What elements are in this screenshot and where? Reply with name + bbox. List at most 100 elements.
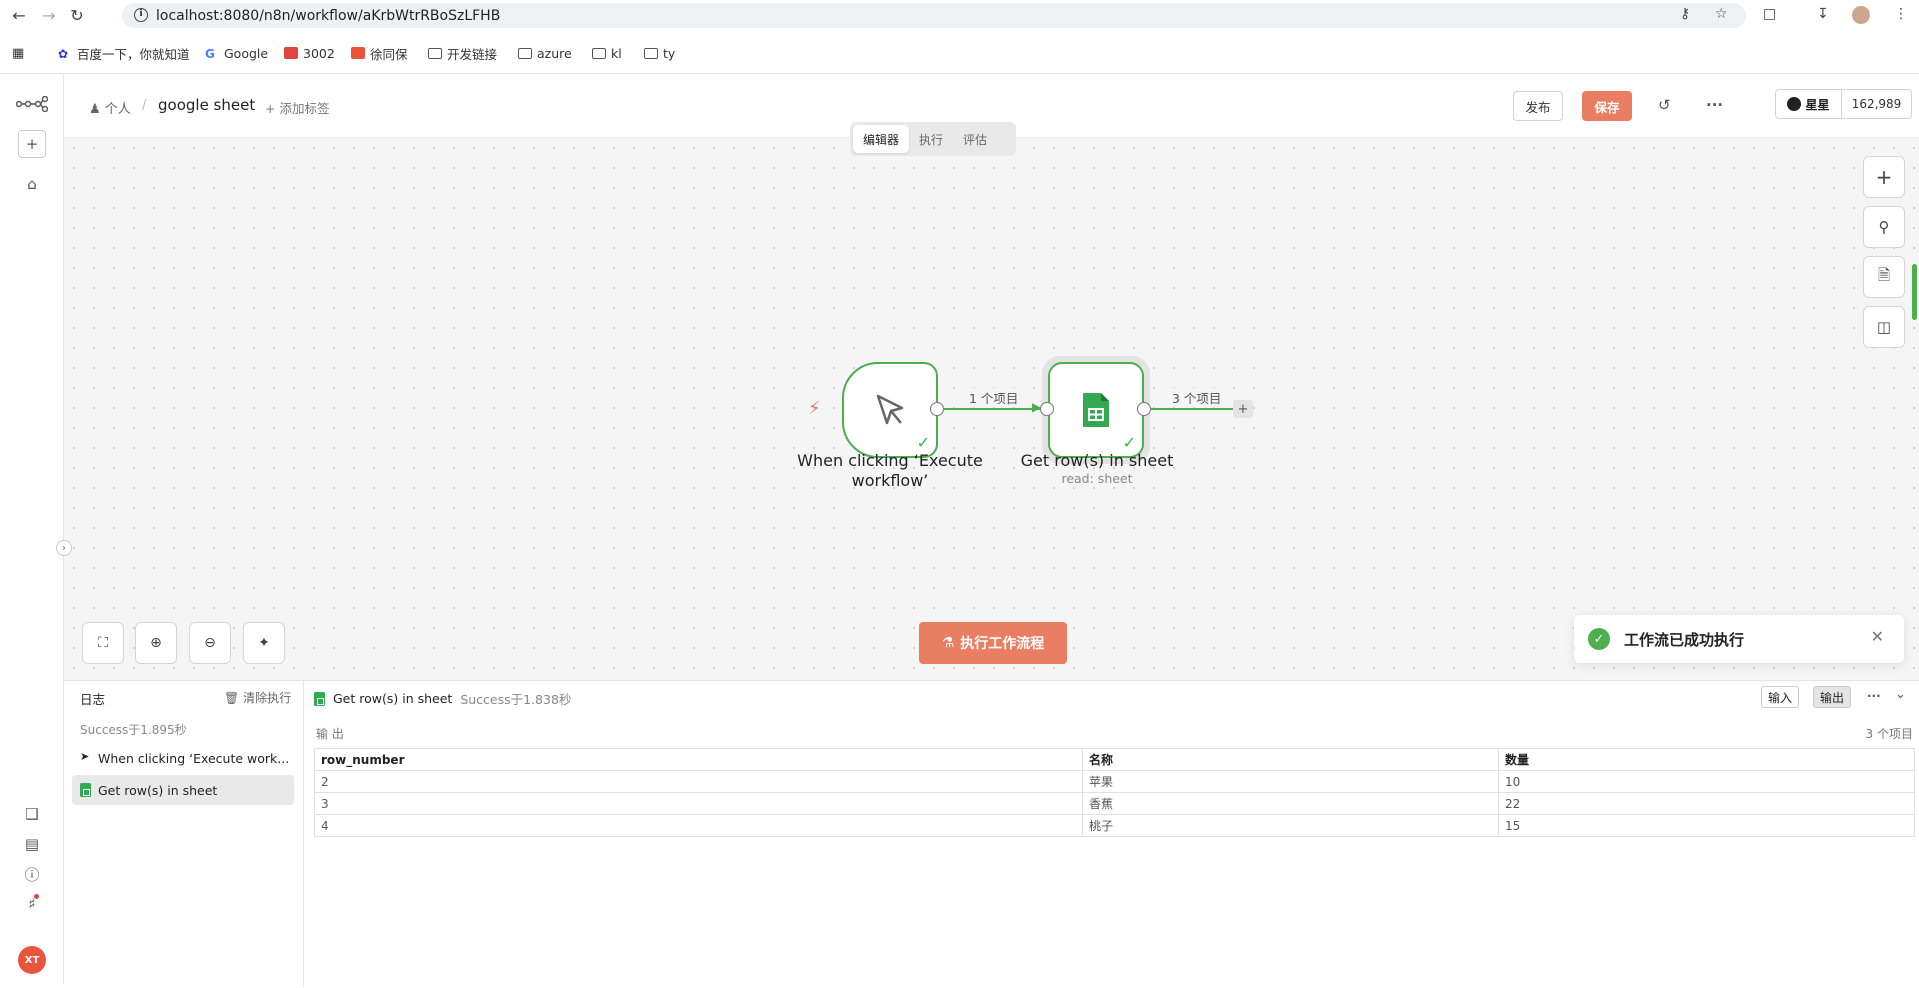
github-stars[interactable]: 星星 162,989 — [1775, 89, 1912, 119]
site-icon — [284, 47, 298, 59]
key-icon[interactable]: ⚷ — [1680, 6, 1690, 22]
table-cell: 10 — [1498, 770, 1915, 793]
table-cell: 15 — [1498, 814, 1915, 837]
table-header-row: row_number 名称 数量 — [314, 748, 1915, 771]
output-item-count: 3 个项目 — [1865, 727, 1913, 741]
output-handle[interactable] — [1137, 402, 1151, 416]
log-item-sheet[interactable]: Get row(s) in sheet — [72, 775, 294, 805]
panel-toggle-icon[interactable]: ◫ — [1863, 306, 1905, 348]
star-icon[interactable]: ☆ — [1715, 6, 1728, 22]
table-row: 3 香蕉 22 — [314, 792, 1915, 815]
download-icon[interactable]: ↧ — [1817, 6, 1829, 22]
bookmark-google[interactable]: G Google — [205, 46, 268, 62]
breadcrumb-separator: / — [142, 98, 147, 113]
logs-sidebar: 日志 🗑 清除执行 Success于1.895秒 ➤ When clicking … — [64, 681, 304, 987]
bookmark-folder-dev[interactable]: 开发链接 — [428, 44, 497, 63]
add-next-node-button[interactable]: + — [1233, 400, 1253, 418]
add-tag-button[interactable]: + 添加标签 — [265, 98, 329, 117]
search-icon[interactable]: ⚲ — [1863, 206, 1905, 248]
output-toggle-button[interactable]: 输出 — [1813, 686, 1852, 708]
column-header[interactable]: row_number — [314, 748, 1083, 771]
success-icon: ✓ — [1588, 628, 1610, 650]
close-icon[interactable]: ✕ — [1871, 627, 1884, 646]
bell-icon[interactable]: ♯ — [20, 892, 44, 916]
bookmark-3002[interactable]: 3002 — [284, 46, 335, 61]
address-bar[interactable]: i localhost:8080/n8n/workflow/aKrbWtrRBo… — [122, 3, 1746, 28]
node-subtitle: read: sheet — [1061, 471, 1133, 486]
site-info-icon[interactable]: i — [134, 8, 148, 22]
more-options-icon[interactable]: ··· — [1867, 689, 1881, 703]
table-row: 4 桃子 15 — [314, 814, 1915, 837]
fit-view-icon[interactable]: ⛶ — [82, 622, 124, 664]
log-item-trigger[interactable]: ➤ When clicking ‘Execute work... — [72, 743, 294, 773]
node-label: When clicking ‘Execute workflow’ — [797, 451, 983, 490]
folder-icon — [428, 47, 442, 59]
zoom-out-icon[interactable]: ⊖ — [189, 622, 231, 664]
insights-icon[interactable]: ▤ — [20, 832, 44, 856]
success-check-icon: ✓ — [916, 433, 930, 452]
github-icon — [1787, 97, 1802, 111]
bookmark-folder-azure[interactable]: azure — [518, 46, 572, 61]
reload-icon[interactable]: ↻ — [66, 4, 88, 26]
site-icon — [351, 47, 365, 59]
cursor-icon — [876, 394, 904, 425]
tab-executions[interactable]: 执行 — [909, 125, 953, 153]
baidu-icon: ✿ — [58, 47, 69, 61]
menu-kebab-icon[interactable]: ⋮ — [1894, 6, 1908, 22]
table-cell: 香蕉 — [1082, 792, 1499, 815]
workflow-name[interactable]: google sheet — [158, 96, 255, 114]
column-header[interactable]: 名称 — [1082, 748, 1499, 771]
folder-icon — [518, 47, 532, 59]
logs-panel: 日志 🗑 清除执行 Success于1.895秒 ➤ When clicking … — [64, 680, 1919, 987]
extensions-icon[interactable]: □ — [1763, 6, 1776, 22]
bookmark-folder-kl[interactable]: kl — [592, 46, 622, 61]
input-handle[interactable] — [1040, 402, 1054, 416]
apps-grid-icon[interactable]: ▦ — [12, 46, 24, 61]
output-table: row_number 名称 数量 2 苹果 10 3 香蕉 22 4 桃子 15 — [314, 748, 1915, 837]
home-icon[interactable]: ⌂ — [20, 172, 44, 196]
forward-icon[interactable]: → — [38, 4, 60, 26]
scroll-indicator[interactable] — [1912, 264, 1917, 320]
tab-editor[interactable]: 编辑器 — [853, 125, 910, 153]
output-handle[interactable] — [930, 402, 944, 416]
connection-edge[interactable] — [944, 408, 1040, 410]
connection-edge — [1151, 408, 1233, 410]
tidy-up-icon[interactable]: ✦ — [243, 622, 285, 664]
success-toast: ✓ 工作流已成功执行 ✕ — [1574, 615, 1904, 663]
clear-execution-button[interactable]: 🗑 清除执行 — [224, 689, 291, 706]
user-avatar[interactable]: XT — [18, 946, 46, 974]
save-button[interactable]: 保存 — [1582, 91, 1632, 121]
add-icon[interactable]: + — [18, 130, 46, 158]
n8n-logo-icon[interactable] — [16, 92, 48, 116]
bookmarks-bar: ▦ ✿ 百度一下，你就知道 G Google 3002 徐同保 开发链接 azure… — [0, 39, 1919, 67]
profile-avatar[interactable] — [1852, 6, 1870, 24]
tab-evaluations[interactable]: 评估 — [953, 125, 997, 153]
help-icon[interactable]: ⓘ — [20, 862, 44, 886]
google-sheets-icon — [314, 691, 325, 706]
logs-title: 日志 — [80, 692, 106, 707]
sticky-note-icon[interactable]: 🗎 — [1863, 256, 1905, 298]
back-icon[interactable]: ← — [8, 4, 30, 26]
zoom-in-icon[interactable]: ⊕ — [135, 622, 177, 664]
templates-icon[interactable]: ❑ — [20, 802, 44, 826]
node-google-sheets[interactable]: ✓ — [1048, 362, 1144, 458]
add-node-button[interactable]: + — [1863, 156, 1905, 198]
chevron-down-icon[interactable]: ⌄ — [1895, 687, 1906, 702]
trigger-bolt-icon: ⚡ — [808, 398, 821, 419]
sidebar-expand-icon[interactable]: › — [56, 540, 72, 556]
bookmark-baidu[interactable]: ✿ 百度一下，你就知道 — [58, 44, 190, 63]
more-options-icon[interactable]: ··· — [1706, 96, 1723, 114]
bookmark-folder-ty[interactable]: ty — [644, 46, 675, 61]
run-status: Success于1.895秒 — [80, 723, 187, 737]
view-tabs: 编辑器 执行 评估 — [850, 122, 1016, 156]
table-cell: 桃子 — [1082, 814, 1499, 837]
publish-button[interactable]: 发布 — [1513, 91, 1563, 121]
history-icon[interactable]: ↺ — [1658, 96, 1671, 114]
breadcrumb-owner[interactable]: ♟ 个人 — [89, 98, 131, 117]
input-toggle-button[interactable]: 输入 — [1761, 686, 1800, 708]
node-manual-trigger[interactable]: ✓ — [842, 362, 938, 458]
table-cell: 2 — [314, 770, 1083, 793]
bookmark-xutongbao[interactable]: 徐同保 — [351, 44, 408, 63]
execute-workflow-button[interactable]: ⚗ 执行工作流程 — [919, 622, 1067, 664]
column-header[interactable]: 数量 — [1498, 748, 1915, 771]
